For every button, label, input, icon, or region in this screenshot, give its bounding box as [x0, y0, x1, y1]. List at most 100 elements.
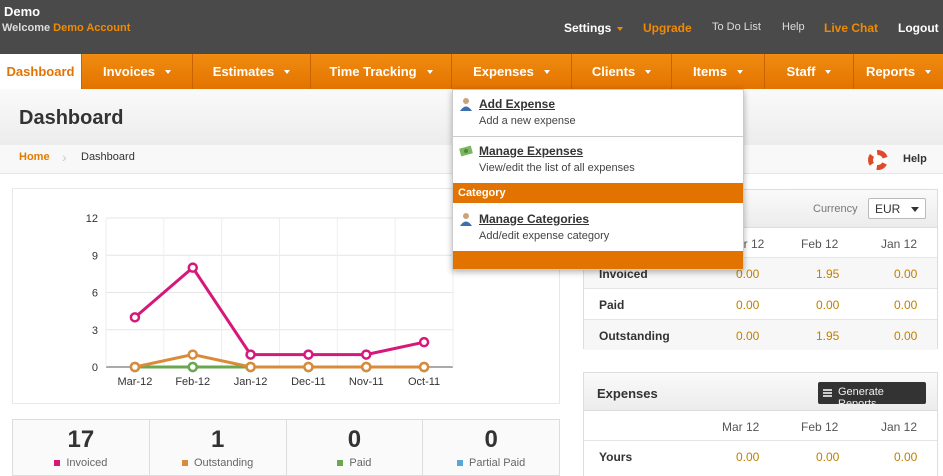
lifebuoy-icon[interactable]	[868, 150, 888, 170]
tab-dashboard[interactable]: Dashboard	[0, 54, 82, 89]
breadcrumb-home[interactable]: Home	[19, 151, 50, 163]
chevron-down-icon	[645, 69, 652, 74]
table-row: Outstanding 0.00 1.95 0.00	[584, 319, 937, 350]
tab-expenses[interactable]: Expenses	[452, 54, 572, 89]
legend-swatch	[337, 460, 344, 466]
menu-item-desc: Add a new expense	[479, 115, 576, 127]
menu-item-manage-categories[interactable]: Manage Categories Add/edit expense categ…	[453, 205, 743, 251]
cell-value: 0.00	[736, 298, 760, 312]
stats-bar: 17 Invoiced 1 Outstanding 0 Paid 0 Parti…	[12, 419, 560, 476]
menu-item-title: Manage Expenses	[479, 144, 584, 158]
breadcrumb-current: Dashboard	[81, 151, 135, 163]
row-label: Yours	[599, 450, 633, 464]
chevron-down-icon	[617, 26, 624, 31]
settings-menu[interactable]: Settings	[564, 21, 624, 35]
stat-partial-paid: 0 Partial Paid	[423, 420, 559, 475]
expenses-title: Expenses	[597, 386, 658, 401]
category-header: Category	[453, 183, 743, 203]
col-header: Feb 12	[801, 420, 839, 434]
help-link[interactable]: Help	[782, 21, 805, 33]
chevron-down-icon	[911, 207, 919, 212]
table-row: Paid 0.00 0.00 0.00	[584, 288, 937, 319]
main-nav: Dashboard Invoices Estimates Time Tracki…	[0, 54, 943, 89]
todo-link[interactable]: To Do List	[712, 21, 761, 33]
cell-value: 0.00	[894, 298, 918, 312]
col-header: Jan 12	[881, 237, 918, 251]
tab-label: Dashboard	[6, 64, 75, 79]
data-point	[303, 361, 314, 373]
tab-label: Staff	[786, 64, 816, 79]
data-point	[245, 349, 256, 360]
cell-value: 1.95	[816, 329, 840, 343]
tab-reports[interactable]: Reports	[854, 54, 943, 89]
tab-staff[interactable]: Staff	[765, 54, 854, 89]
tab-clients[interactable]: Clients	[572, 54, 672, 89]
data-point	[129, 312, 141, 323]
tab-time-tracking[interactable]: Time Tracking	[311, 54, 452, 89]
legend-swatch	[54, 460, 61, 466]
data-point	[418, 336, 430, 348]
cell-value: 0.00	[894, 329, 918, 343]
tab-label: Estimates	[212, 64, 275, 79]
stat-value: 17	[67, 426, 95, 453]
tab-label: Invoices	[102, 64, 156, 79]
logout-link[interactable]: Logout	[898, 21, 939, 35]
settings-label: Settings	[564, 21, 612, 35]
legend-swatch	[181, 460, 188, 466]
x-tick-label: Feb-12	[175, 376, 210, 388]
menu-item-title: Add Expense	[479, 97, 556, 111]
user-icon	[460, 98, 472, 111]
chevron-down-icon	[165, 69, 172, 74]
tab-label: Items	[693, 64, 727, 79]
expenses-dropdown-menu: Add Expense Add a new expense Manage Exp…	[452, 89, 744, 270]
stat-value: 1	[210, 426, 225, 453]
help-button[interactable]: Help	[903, 153, 927, 165]
cell-value: 1.95	[816, 267, 840, 281]
breadcrumb-separator-icon: ›	[62, 149, 67, 165]
tab-label: Time Tracking	[329, 64, 417, 79]
col-header: Mar 12	[722, 420, 760, 434]
stat-paid: 0 Paid	[287, 420, 424, 475]
menu-item-title: Manage Categories	[479, 212, 590, 226]
menu-item-desc: Add/edit expense category	[479, 230, 610, 242]
tab-items[interactable]: Items	[672, 54, 765, 89]
stat-label: Partial Paid	[468, 457, 526, 469]
y-tick-label: 6	[92, 288, 98, 300]
data-point	[187, 361, 198, 373]
data-point	[187, 349, 198, 360]
x-tick-label: Dec-11	[291, 376, 326, 388]
account-link[interactable]: Demo Account	[53, 22, 130, 34]
data-point	[361, 349, 372, 360]
currency-select[interactable]: EUR	[868, 198, 926, 219]
x-tick-label: Jan-12	[234, 376, 268, 388]
stat-outstanding: 1 Outstanding	[150, 420, 287, 475]
data-point	[361, 361, 372, 373]
tab-invoices[interactable]: Invoices	[82, 54, 193, 89]
y-tick-label: 9	[92, 250, 98, 262]
y-tick-label: 3	[92, 325, 98, 337]
col-header: Jan 12	[881, 420, 918, 434]
upgrade-link[interactable]: Upgrade	[643, 21, 692, 35]
data-point	[303, 349, 314, 360]
y-tick-label: 0	[92, 362, 98, 374]
cell-value: 0.00	[736, 329, 760, 343]
list-icon	[823, 389, 832, 397]
stat-label: Paid	[349, 457, 372, 469]
menu-item-manage-expenses[interactable]: Manage Expenses View/edit the list of al…	[453, 137, 743, 183]
stat-value: 0	[347, 426, 362, 453]
cell-value: 0.00	[816, 298, 840, 312]
top-bar: Demo Welcome Demo Account Settings Upgra…	[0, 0, 943, 54]
x-tick-label: Oct-11	[408, 376, 440, 388]
menu-item-add-expense[interactable]: Add Expense Add a new expense	[453, 90, 743, 136]
generate-reports-button[interactable]: Generate Reports	[818, 382, 926, 410]
chevron-down-icon	[543, 69, 550, 74]
chevron-down-icon	[736, 69, 743, 74]
x-tick-label: Mar-12	[117, 376, 152, 388]
tab-estimates[interactable]: Estimates	[193, 54, 311, 89]
tab-label: Expenses	[473, 64, 534, 79]
money-icon	[459, 145, 473, 157]
row-label: Outstanding	[599, 329, 670, 343]
tab-label: Clients	[591, 64, 636, 79]
expenses-column-headers: Mar 12 Feb 12 Jan 12	[584, 411, 937, 442]
live-chat-link[interactable]: Live Chat	[824, 21, 878, 35]
